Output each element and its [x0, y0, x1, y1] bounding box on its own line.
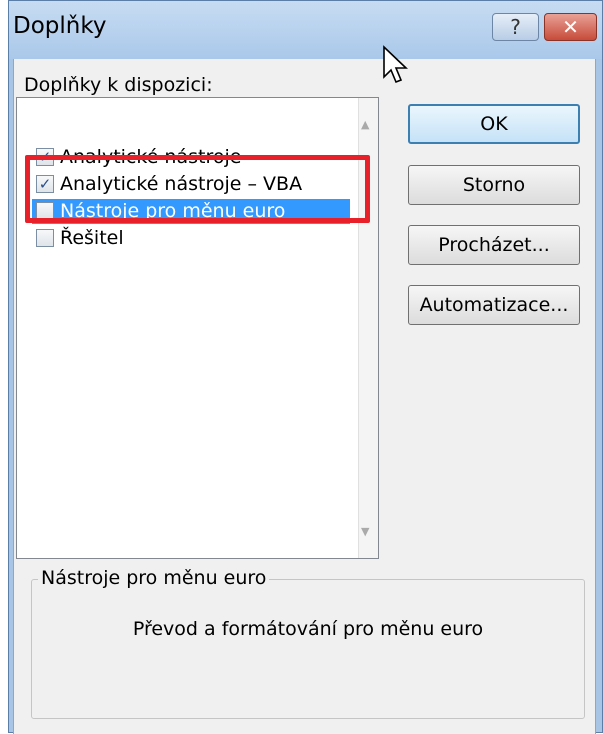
checkbox-solver[interactable]: [36, 229, 54, 247]
title-bar[interactable]: Doplňky ? ✕: [9, 1, 602, 59]
ok-button[interactable]: OK: [408, 104, 580, 144]
description-text: Převod a formátování pro měnu euro: [132, 618, 484, 640]
window-title: Doplňky: [13, 13, 107, 39]
close-icon: ✕: [562, 15, 579, 39]
scroll-up-arrow-icon[interactable]: ▲: [361, 118, 369, 131]
mouse-pointer-icon: [383, 45, 408, 84]
dialog-body: Doplňky k dispozici: ✓ Analytické nástro…: [13, 59, 596, 734]
annotation-highlight-box: [25, 155, 370, 223]
automation-button[interactable]: Automatizace...: [408, 285, 580, 325]
description-groupbox: Nástroje pro měnu euro Převod a formátov…: [31, 567, 585, 719]
list-item-label: Řešitel: [60, 227, 124, 249]
scroll-down-arrow-icon[interactable]: ▼: [361, 525, 369, 538]
browse-button[interactable]: Procházet...: [408, 225, 580, 265]
addins-list-label: Doplňky k dispozici:: [24, 74, 213, 96]
list-item-solver[interactable]: Řešitel: [32, 226, 350, 251]
addins-dialog: Doplňky ? ✕ Doplňky k dispozici: ✓ Analy…: [8, 0, 603, 734]
close-button[interactable]: ✕: [544, 13, 597, 41]
cancel-button[interactable]: Storno: [408, 165, 580, 205]
help-button[interactable]: ?: [492, 13, 539, 41]
help-icon: ?: [510, 15, 521, 39]
description-title: Nástroje pro měnu euro: [38, 567, 270, 589]
